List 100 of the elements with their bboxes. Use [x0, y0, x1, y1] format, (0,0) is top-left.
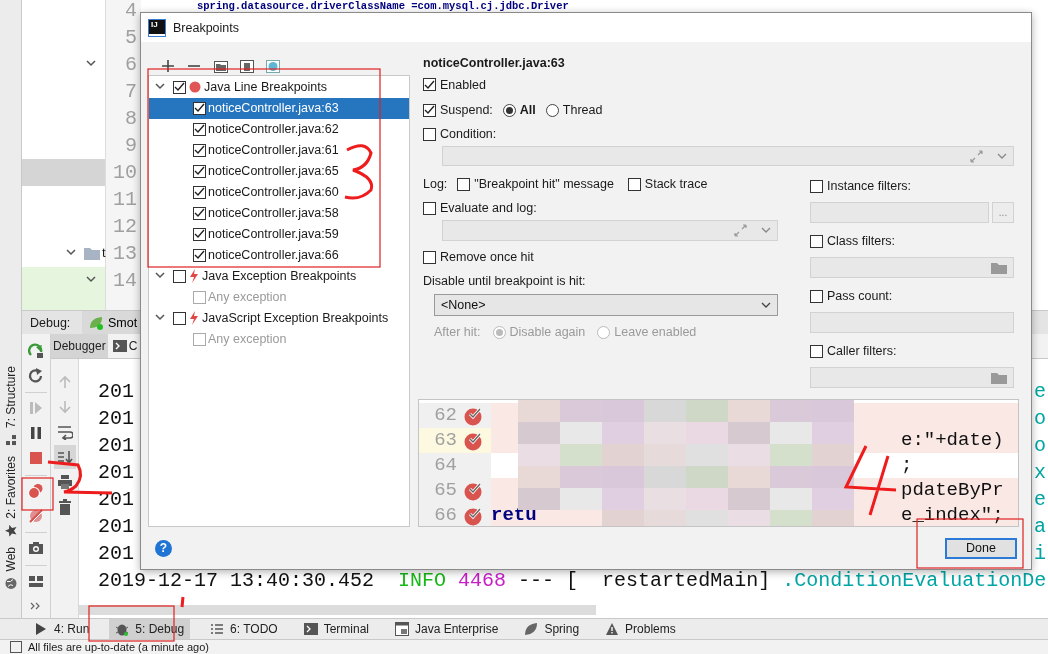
- checkbox[interactable]: [193, 206, 206, 220]
- leaf-icon: [88, 315, 104, 330]
- checkbox[interactable]: [173, 269, 186, 283]
- done-button[interactable]: Done: [945, 537, 1017, 559]
- checkbox-label[interactable]: Stack trace: [644, 177, 708, 192]
- panel-title: Debug:: [30, 315, 72, 330]
- add-icon[interactable]: [162, 59, 176, 73]
- tree-item[interactable]: noticeController.java:61: [149, 139, 409, 161]
- checkbox-label[interactable]: Instance filters:: [827, 179, 912, 194]
- input-field[interactable]: [810, 312, 1014, 334]
- checkbox[interactable]: [627, 177, 641, 191]
- tool-window-tab[interactable]: Spring: [518, 619, 586, 639]
- tool-window-tab[interactable]: Java Enterprise: [389, 619, 505, 639]
- radio-button[interactable]: [502, 103, 516, 117]
- folder-icon: [991, 371, 1007, 384]
- dropdown[interactable]: <None>: [434, 294, 778, 317]
- expand-icon: [734, 224, 747, 238]
- console-line: e: [1034, 487, 1047, 513]
- radio-label[interactable]: All: [519, 103, 536, 118]
- breakpoints-icon[interactable]: [28, 482, 44, 499]
- radio-label[interactable]: Thread: [562, 103, 603, 118]
- tool-window-button[interactable]: Web: [3, 546, 18, 590]
- code-text: e_index";: [901, 503, 1005, 526]
- checkbox[interactable]: [423, 201, 436, 215]
- checkbox-label[interactable]: Remove once hit: [440, 250, 534, 265]
- input-field[interactable]: [442, 220, 778, 242]
- tool-window-tab[interactable]: 6: TODO: [204, 619, 284, 639]
- checkbox-label[interactable]: Caller filters:: [827, 344, 897, 359]
- checkbox[interactable]: [423, 103, 436, 117]
- folder-icon: [991, 261, 1007, 274]
- console-line: 201: [98, 379, 134, 405]
- tool-window-tab[interactable]: Problems: [599, 619, 682, 639]
- checkbox[interactable]: [193, 185, 206, 199]
- tree-item[interactable]: noticeController.java:62: [149, 118, 409, 140]
- console-line: o: [1034, 433, 1047, 459]
- soft-wrap-icon: [56, 424, 73, 440]
- checkbox[interactable]: [810, 344, 823, 358]
- scrollbar[interactable]: [79, 605, 596, 615]
- checkbox[interactable]: [810, 234, 823, 248]
- camera-icon[interactable]: [28, 540, 44, 556]
- checkbox[interactable]: [423, 250, 436, 264]
- tree-item[interactable]: noticeController.java:66: [149, 244, 409, 266]
- checkbox-label[interactable]: Enabled: [440, 77, 486, 92]
- line-number: 65: [433, 478, 457, 504]
- breakpoint-icon: [189, 81, 201, 94]
- tree-item[interactable]: noticeController.java:59: [149, 223, 409, 245]
- tree-item[interactable]: noticeController.java:63: [149, 97, 409, 119]
- checkbox-label[interactable]: Class filters:: [827, 234, 896, 249]
- checkbox[interactable]: [423, 127, 436, 141]
- input-field[interactable]: [810, 367, 1014, 389]
- restart-icon[interactable]: [28, 367, 44, 384]
- checkbox-label[interactable]: Suspend:: [440, 103, 493, 118]
- field-label: After hit:: [434, 325, 481, 340]
- field-label: Disable until breakpoint is hit:: [423, 274, 586, 289]
- checkbox[interactable]: [193, 248, 206, 262]
- chevron-icon: [155, 82, 165, 90]
- checkbox[interactable]: [193, 143, 206, 157]
- tool-window-tab[interactable]: Terminal: [297, 619, 375, 639]
- input-field[interactable]: [442, 145, 1014, 167]
- tool-window-button[interactable]: 2: Favorites: [3, 456, 18, 537]
- code-text: retu: [491, 503, 538, 526]
- checkbox-label[interactable]: Condition:: [440, 127, 497, 142]
- checkbox[interactable]: [173, 311, 186, 325]
- checkbox-label[interactable]: Pass count:: [827, 289, 893, 304]
- checkbox[interactable]: [193, 101, 206, 115]
- checkbox[interactable]: [457, 177, 471, 191]
- star-icon: [4, 524, 17, 537]
- input-field[interactable]: [810, 257, 1014, 279]
- code-text: ;: [901, 453, 914, 479]
- rerun-icon[interactable]: [28, 342, 44, 359]
- checkbox[interactable]: [193, 227, 206, 241]
- radio-button[interactable]: [545, 103, 559, 117]
- checkbox[interactable]: [810, 179, 823, 193]
- folder-icon[interactable]: [214, 59, 228, 73]
- checkbox[interactable]: [810, 289, 823, 303]
- stop-icon[interactable]: [28, 450, 44, 466]
- printer-icon: [56, 474, 73, 490]
- tree-item[interactable]: noticeController.java:58: [149, 202, 409, 224]
- pause-icon[interactable]: [28, 425, 44, 441]
- checkbox[interactable]: [423, 78, 436, 92]
- checkbox[interactable]: [193, 164, 206, 178]
- input-field[interactable]: [810, 202, 989, 224]
- checkbox[interactable]: [193, 122, 206, 136]
- tab[interactable]: Debugger: [51, 334, 108, 358]
- line-number: 5: [124, 25, 138, 51]
- console-line: a: [1034, 514, 1047, 540]
- checkbox-label[interactable]: Evaluate and log:: [440, 201, 537, 216]
- console-line: i: [1034, 541, 1047, 567]
- checkbox[interactable]: [173, 80, 186, 94]
- tree-item[interactable]: noticeController.java:65: [149, 160, 409, 182]
- line-number: 13: [112, 241, 138, 267]
- tree-item[interactable]: noticeController.java:60: [149, 181, 409, 203]
- checkbox-label[interactable]: "Breakpoint hit" message: [474, 177, 614, 192]
- tool-window-button[interactable]: 7: Structure: [3, 366, 18, 447]
- code-text: e:"+date): [901, 428, 1005, 454]
- help-button[interactable]: ?: [155, 539, 172, 557]
- warning-icon: [605, 622, 620, 636]
- tree-label[interactable]: t: [102, 245, 106, 260]
- chevron-icon: [86, 276, 96, 283]
- tab[interactable]: C: [110, 334, 140, 358]
